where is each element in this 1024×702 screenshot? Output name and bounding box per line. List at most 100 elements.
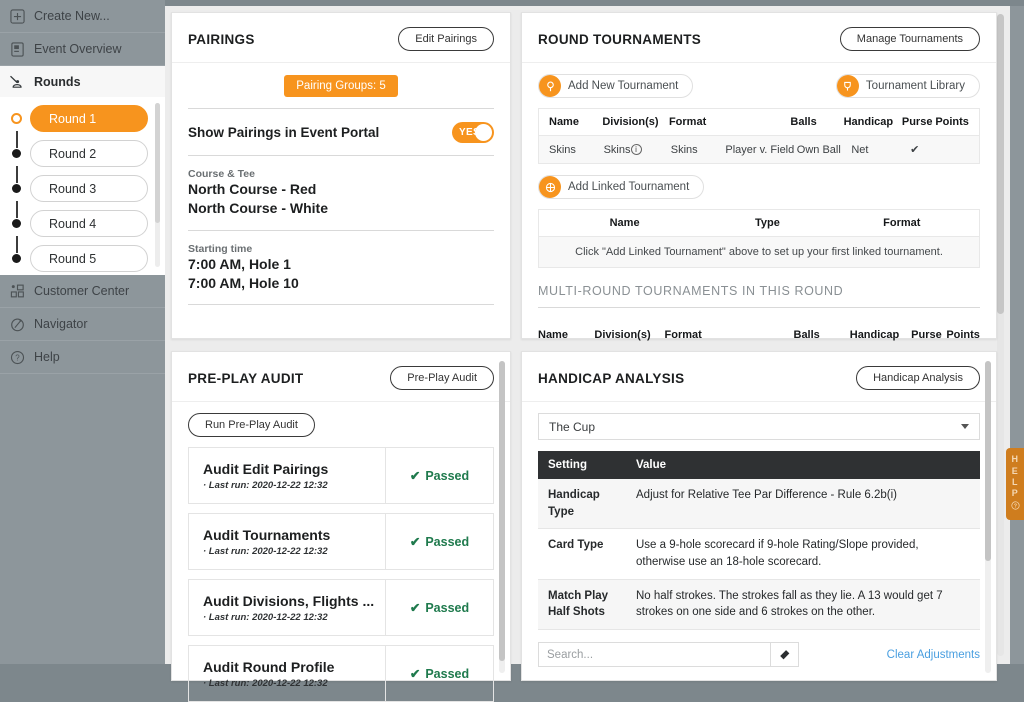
round-item-5[interactable]: Round 5 — [0, 241, 165, 275]
audit-item[interactable]: Audit Tournaments · Last run: 2020-12-22 … — [188, 513, 494, 570]
run-pre-play-audit-button[interactable]: Run Pre-Play Audit — [188, 413, 315, 437]
starting-time-value: 7:00 AM, Hole 10 — [188, 274, 299, 291]
handicap-scrollbar[interactable] — [985, 361, 991, 673]
col-divisions: Division(s) — [602, 116, 659, 128]
setting-name: Match Play Half Shots — [548, 589, 609, 619]
sidebar-item-label: Event Overview — [34, 42, 122, 56]
tournament-select[interactable]: The Cup — [538, 413, 980, 440]
round-item-3[interactable]: Round 3 — [0, 171, 165, 218]
search-input[interactable] — [538, 642, 770, 668]
setting-value: Adjust for Relative Tee Par Difference -… — [636, 489, 898, 501]
pre-play-audit-header: PRE-PLAY AUDIT Pre-Play Audit — [172, 352, 510, 402]
audit-item-info: Audit Tournaments · Last run: 2020-12-22 … — [189, 527, 385, 557]
sidebar-item-customer-center[interactable]: Customer Center — [0, 275, 165, 308]
col-balls: Balls — [790, 116, 817, 128]
sidebar-item-help[interactable]: ? Help — [0, 341, 165, 374]
sidebar-bottom-items: Customer Center Navigator ? Help — [0, 275, 165, 374]
round-tournaments-header: ROUND TOURNAMENTS Manage Tournaments — [522, 13, 996, 63]
round-pill-label[interactable]: Round 3 — [30, 175, 148, 202]
handicap-settings-rows: Handicap Type Adjust for Relative Tee Par… — [538, 479, 980, 630]
sidebar-section-rounds[interactable]: Rounds — [0, 66, 165, 99]
round-pill-label[interactable]: Round 1 — [30, 105, 148, 132]
check-icon: ✔ — [409, 601, 421, 615]
help-question-icon: ? — [9, 349, 25, 365]
check-icon: ✔ — [409, 469, 421, 483]
rounds-flag-icon — [9, 74, 25, 90]
audit-item[interactable]: Audit Divisions, Flights ... · Last run: … — [188, 579, 494, 636]
tournaments-table-header: Name Division(s) Format Balls Handicap P… — [539, 109, 979, 136]
audit-scrollbar[interactable] — [499, 361, 505, 673]
cell-name[interactable]: Skins — [549, 136, 604, 163]
add-new-tournament-button[interactable]: Add New Tournament — [538, 74, 694, 98]
status-badge: Passed — [425, 468, 470, 483]
handicap-analysis-header-button[interactable]: Handicap Analysis — [856, 366, 980, 390]
audit-item[interactable]: Audit Round Profile · Last run: 2020-12-2… — [188, 645, 494, 702]
pre-play-audit-header-button[interactable]: Pre-Play Audit — [390, 366, 494, 390]
cell-format2: Player v. Field — [725, 143, 795, 156]
sidebar-item-create-new[interactable]: Create New... — [0, 0, 165, 33]
sidebar-item-label: Create New... — [34, 9, 110, 23]
starting-time-label: Starting time — [188, 242, 253, 255]
page-scrollbar-thumb[interactable] — [997, 14, 1004, 314]
table-row[interactable]: Skins Skins i Skins Player v. Field Own B… — [549, 136, 969, 163]
help-letter: E — [1011, 465, 1019, 476]
tournament-library-button[interactable]: Tournament Library — [835, 74, 980, 98]
pairings-title: PAIRINGS — [188, 31, 255, 47]
audit-item-status: ✔ Passed — [385, 514, 493, 569]
course-value: North Course - Red — [188, 181, 317, 197]
check-icon: ✔ — [409, 667, 421, 681]
info-icon[interactable]: i — [630, 143, 642, 155]
col-mr-divisions: Division(s) — [594, 329, 651, 341]
linked-tournaments-table: Name Type Format Click "Add Linked Tourn… — [538, 209, 980, 268]
link-grid-icon — [539, 176, 561, 198]
eraser-icon[interactable] — [770, 642, 799, 668]
round-item-4[interactable]: Round 4 — [0, 206, 165, 253]
sidebar-item-navigator[interactable]: Navigator — [0, 308, 165, 341]
sidebar-item-label: Help — [34, 350, 60, 364]
audit-item-status: ✔ Passed — [385, 580, 493, 635]
cell-purse: ✔ — [910, 144, 920, 156]
course-tee-label: Course & Tee — [188, 168, 255, 180]
setting-name: Card Type — [548, 539, 604, 552]
manage-tournaments-button[interactable]: Manage Tournaments — [839, 27, 980, 51]
check-icon: ✔ — [409, 535, 421, 549]
round-pill-label[interactable]: Round 2 — [30, 140, 148, 167]
handicap-analysis-card: HANDICAP ANALYSIS Handicap Analysis The … — [521, 351, 997, 681]
round-item-1[interactable]: Round 1 — [0, 101, 165, 148]
course-value: North Course - White — [188, 200, 328, 217]
col-format: Format — [668, 116, 707, 128]
audit-item[interactable]: Audit Edit Pairings · Last run: 2020-12-2… — [188, 447, 494, 504]
edit-pairings-button[interactable]: Edit Pairings — [398, 27, 494, 51]
audit-item-name: Audit Edit Pairings — [203, 460, 329, 477]
round-timeline-dot — [12, 219, 21, 228]
help-tab[interactable]: H E L P ? — [1006, 448, 1024, 520]
sidebar-item-label: Navigator — [34, 317, 88, 331]
svg-text:?: ? — [1013, 504, 1016, 510]
help-letter: P — [1011, 488, 1019, 499]
sidebar-item-event-overview[interactable]: Event Overview — [0, 33, 165, 66]
col-mr-balls: Balls — [793, 329, 820, 341]
clear-adjustments-link[interactable]: Clear Adjustments — [887, 649, 980, 661]
pre-play-audit-card: PRE-PLAY AUDIT Pre-Play Audit Run Pre-Pl… — [171, 351, 511, 702]
main-area: PAIRINGS Edit Pairings Pairing Groups: 5… — [165, 0, 1024, 702]
col-handicap: Handicap — [843, 116, 894, 128]
rounds-scrollbar[interactable] — [155, 103, 160, 267]
setting-value: Use a 9-hole scorecard if 9-hole Rating/… — [636, 539, 919, 569]
col-mr-points: Points — [946, 329, 980, 341]
col-format2 — [723, 109, 791, 135]
pre-play-audit-title: PRE-PLAY AUDIT — [188, 370, 304, 386]
round-pill-label[interactable]: Round 5 — [30, 245, 148, 272]
cell-points — [944, 136, 969, 163]
help-letter: L — [1012, 476, 1018, 487]
customer-center-icon — [9, 283, 25, 299]
col-mr-purse: Purse — [911, 329, 942, 341]
show-pairings-toggle[interactable]: YES — [452, 122, 494, 143]
add-linked-tournament-button[interactable]: Add Linked Tournament — [538, 175, 705, 199]
round-tournaments-body: Add New Tournament Tournament Library Na… — [522, 63, 996, 348]
cell-balls: Own Ball — [796, 143, 841, 156]
linked-table-body: Click "Add Linked Tournament" above to s… — [539, 237, 979, 267]
plus-square-icon — [9, 8, 25, 24]
round-pill-label[interactable]: Round 4 — [30, 210, 148, 237]
pairings-body: Pairing Groups: 5 Show Pairings in Event… — [172, 63, 510, 306]
round-item-2[interactable]: Round 2 — [0, 136, 165, 183]
